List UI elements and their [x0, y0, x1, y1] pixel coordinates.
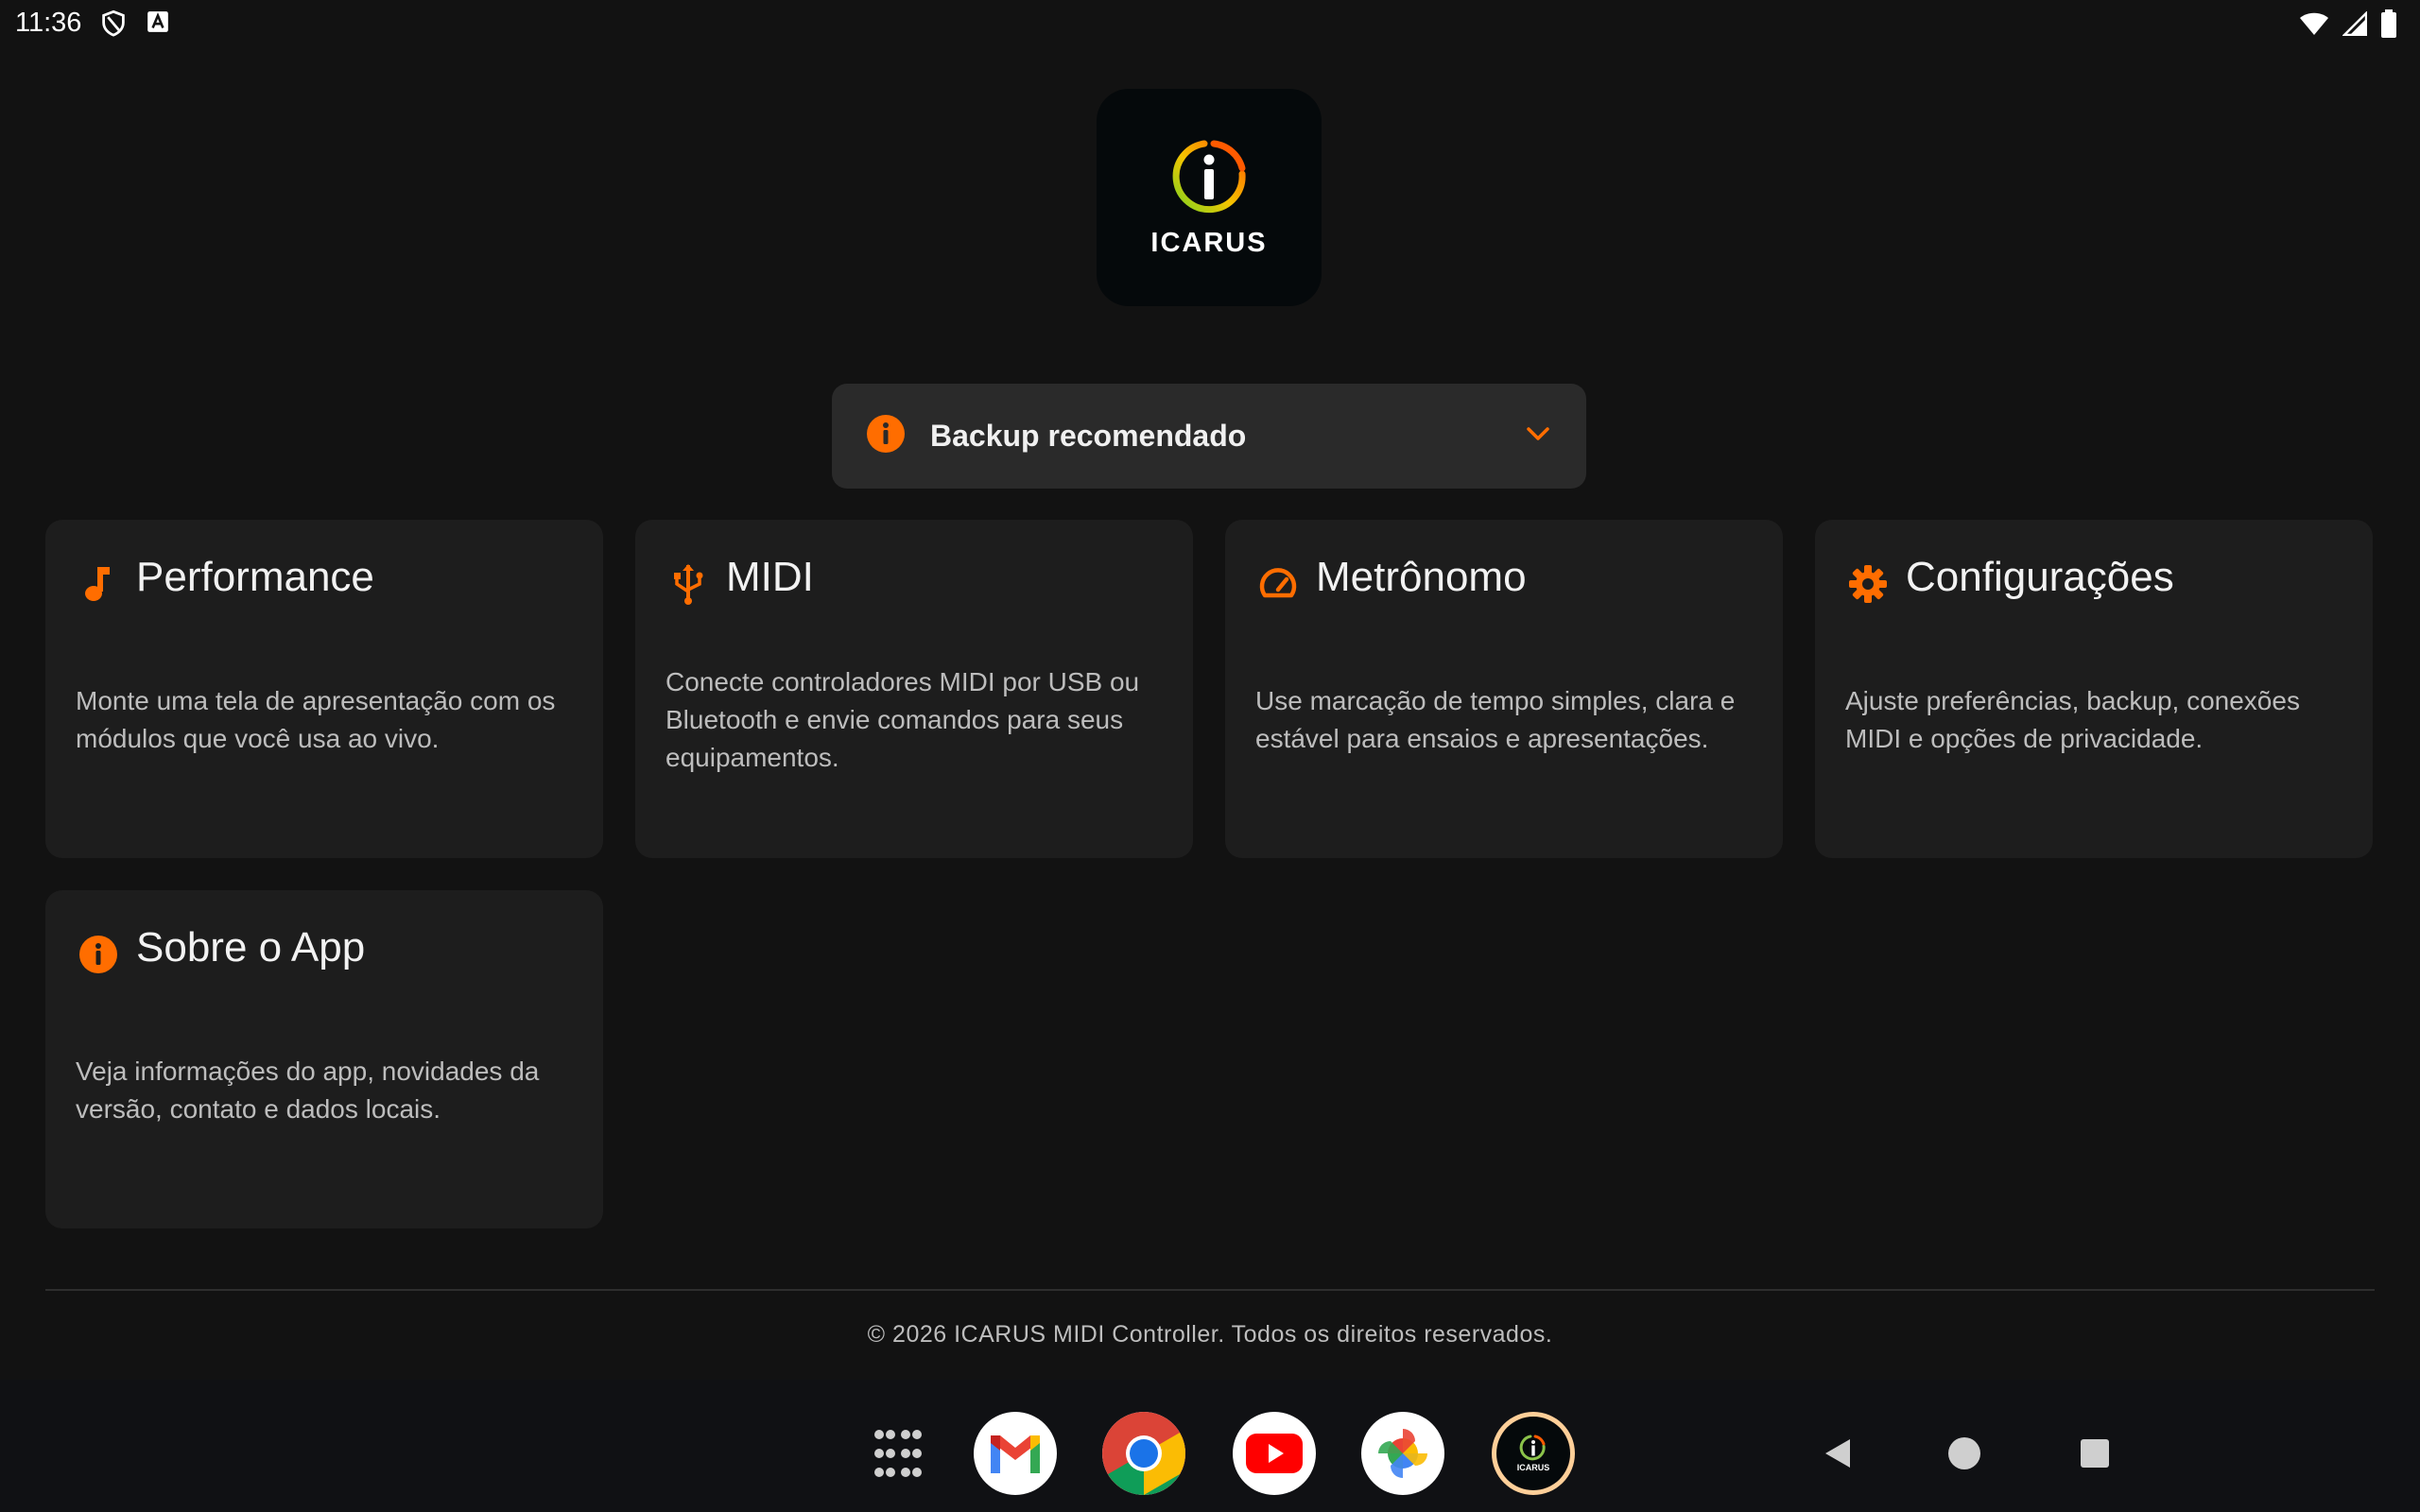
signal-icon	[2342, 11, 2367, 36]
card-configuracoes[interactable]: Configurações Ajuste preferências, backu…	[1815, 520, 2373, 858]
card-description: Conecte controladores MIDI por USB ou Bl…	[666, 667, 1140, 772]
recents-square-icon	[2080, 1438, 2110, 1473]
info-icon	[78, 934, 119, 975]
card-title: Metrônomo	[1316, 554, 1527, 600]
copyright-text: © 2026 ICARUS MIDI Controller. Todos os …	[867, 1321, 1553, 1348]
battery-icon	[2380, 9, 2397, 38]
text-app-icon	[146, 9, 170, 38]
card-description: Use marcação de tempo simples, clara e e…	[1255, 686, 1736, 753]
icarus-logo-icon	[1168, 136, 1250, 222]
status-bar: 11:36	[0, 0, 2420, 45]
back-button[interactable]	[1817, 1435, 1858, 1476]
logo-text: ICARUS	[1150, 228, 1268, 258]
card-title: Performance	[136, 554, 374, 600]
card-metronomo[interactable]: Metrônomo Use marcação de tempo simples,…	[1225, 520, 1783, 858]
icarus-app-icon[interactable]: ICARUS	[1492, 1412, 1575, 1495]
card-description: Monte uma tela de apresentação com os mó…	[76, 686, 556, 753]
card-title: Configurações	[1906, 554, 2174, 600]
gmail-icon[interactable]	[974, 1412, 1057, 1495]
back-triangle-icon	[1822, 1437, 1854, 1474]
music-note-icon	[78, 563, 119, 605]
home-button[interactable]	[1944, 1435, 1985, 1476]
chrome-icon[interactable]	[1102, 1412, 1185, 1495]
backup-banner[interactable]: Backup recomendado	[832, 384, 1586, 489]
usb-icon	[667, 563, 709, 605]
status-time: 11:36	[15, 8, 82, 38]
info-icon	[866, 414, 906, 458]
youtube-icon[interactable]	[1233, 1412, 1316, 1495]
taskbar	[0, 1380, 2420, 1512]
card-sobre-o-app[interactable]: Sobre o App Veja informações do app, nov…	[45, 890, 603, 1228]
wifi-icon	[2299, 11, 2329, 36]
card-description: Ajuste preferências, backup, conexões MI…	[1845, 686, 2300, 753]
app-drawer-icon[interactable]	[856, 1412, 940, 1495]
recents-button[interactable]	[2074, 1435, 2116, 1476]
card-title: MIDI	[726, 554, 814, 600]
photos-icon[interactable]	[1361, 1412, 1444, 1495]
chevron-down-icon[interactable]	[1524, 424, 1552, 448]
card-description: Veja informações do app, novidades da ve…	[76, 1057, 540, 1124]
card-midi[interactable]: MIDI Conecte controladores MIDI por USB …	[635, 520, 1193, 858]
icarus-dock-label: ICARUS	[1517, 1463, 1550, 1472]
banner-text: Backup recomendado	[930, 419, 1247, 453]
footer-divider	[45, 1289, 2375, 1291]
card-performance[interactable]: Performance Monte uma tela de apresentaç…	[45, 520, 603, 858]
speedometer-icon	[1257, 563, 1299, 605]
home-circle-icon	[1947, 1436, 1981, 1475]
app-logo: ICARUS	[1097, 89, 1322, 306]
shield-icon	[100, 9, 127, 38]
card-title: Sobre o App	[136, 924, 366, 971]
gear-icon	[1847, 563, 1889, 605]
